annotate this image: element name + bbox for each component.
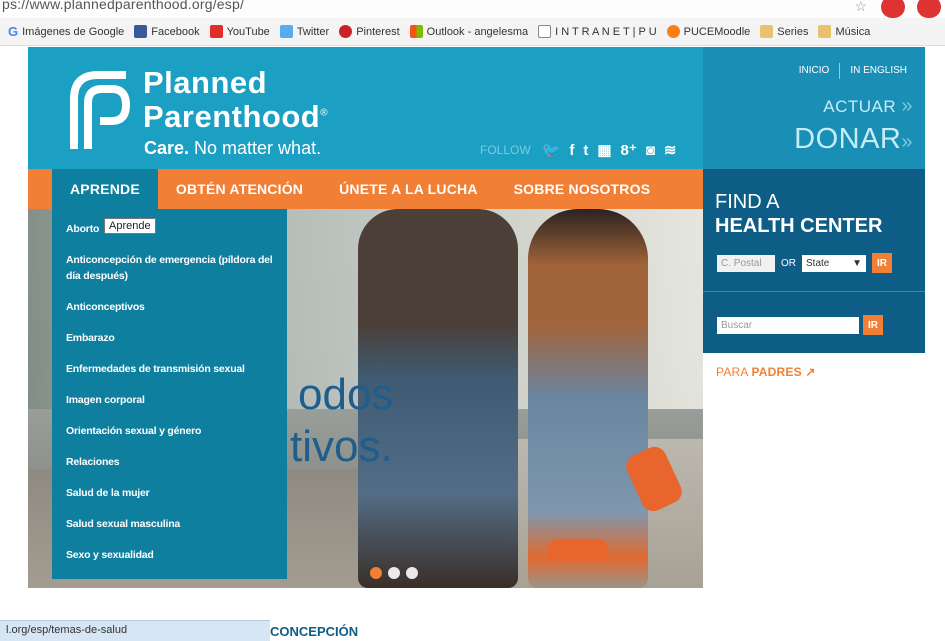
bookmark-twitter[interactable]: Twitter bbox=[279, 25, 329, 38]
menu-item-relaciones[interactable]: Relaciones bbox=[52, 454, 287, 470]
menu-item-sexo-sexualidad[interactable]: Sexo y sexualidad bbox=[52, 547, 287, 563]
top-utility-nav: INICIO IN ENGLISH bbox=[799, 63, 907, 79]
bookmark-intranet[interactable]: I N T R A N E T | P U bbox=[538, 25, 657, 38]
menu-item-salud-masculina[interactable]: Salud sexual masculina bbox=[52, 516, 287, 532]
registered-mark: ® bbox=[320, 107, 329, 119]
tumblr-icon[interactable]: t bbox=[583, 142, 588, 159]
arrow-up-right-icon: ↗ bbox=[805, 365, 816, 379]
inicio-link[interactable]: INICIO bbox=[799, 65, 830, 79]
menu-item-salud-mujer[interactable]: Salud de la mujer bbox=[52, 485, 287, 501]
hero-headline: odos tivos. bbox=[290, 370, 394, 471]
find-title: FIND A bbox=[715, 191, 780, 213]
health-center-title: HEALTH CENTER bbox=[715, 215, 883, 237]
divider bbox=[839, 63, 841, 79]
extension-icon[interactable] bbox=[881, 0, 905, 18]
search-go-button[interactable]: IR bbox=[863, 315, 883, 335]
pinterest-icon bbox=[339, 25, 353, 38]
hero-shoe bbox=[548, 539, 608, 561]
bookmark-pinterest[interactable]: Pinterest bbox=[339, 25, 400, 38]
or-label: OR bbox=[781, 257, 796, 269]
bookmark-outlook[interactable]: Outlook - angelesma bbox=[409, 25, 528, 38]
carousel-dot-3[interactable] bbox=[406, 567, 418, 579]
para-padres-link[interactable]: PARA PADRES ↗ bbox=[716, 365, 816, 379]
menu-item-anticonceptivos[interactable]: Anticonceptivos bbox=[52, 299, 287, 315]
actuar-link[interactable]: ACTUAR » bbox=[823, 95, 913, 118]
facebook-icon[interactable]: f bbox=[569, 142, 574, 159]
find-health-center: FIND A HEALTH CENTER C. Postal OR State ▼… bbox=[703, 169, 925, 353]
carousel-dots bbox=[370, 567, 418, 579]
bookmark-star-icon[interactable]: ☆ bbox=[854, 0, 867, 15]
address-bar[interactable]: ps://www.plannedparenthood.org/esp/ ☆ bbox=[0, 0, 945, 18]
location-search-row: C. Postal OR State ▼ IR bbox=[717, 253, 892, 273]
planned-parenthood-logo-icon[interactable] bbox=[68, 69, 132, 151]
nav-sobre-nosotros[interactable]: SOBRE NOSOTROS bbox=[496, 169, 669, 209]
bookmarks-bar: G Imágenes de Google Facebook YouTube Twi… bbox=[0, 18, 945, 46]
nav-obten-atencion[interactable]: OBTÉN ATENCIÓN bbox=[158, 169, 321, 209]
youtube-icon[interactable]: ▦ bbox=[597, 141, 611, 159]
tooltip: Aprende bbox=[104, 218, 156, 234]
chevron-right-icon: » bbox=[901, 131, 913, 153]
bookmark-facebook[interactable]: Facebook bbox=[134, 25, 200, 38]
search-input[interactable]: Buscar bbox=[717, 316, 859, 334]
google-icon: G bbox=[8, 24, 19, 39]
googleplus-icon[interactable]: 8⁺ bbox=[621, 141, 637, 159]
moodle-icon bbox=[666, 25, 680, 38]
extension-icon-2[interactable] bbox=[917, 0, 941, 18]
brand-name-line1[interactable]: Planned bbox=[143, 65, 267, 101]
english-link[interactable]: IN ENGLISH bbox=[850, 65, 907, 79]
menu-item-anticoncepcion-emergencia[interactable]: Anticoncepción de emergencia (píldora de… bbox=[52, 252, 287, 284]
menu-item-orientacion-sexual[interactable]: Orientación sexual y género bbox=[52, 423, 287, 439]
action-panel: INICIO IN ENGLISH ACTUAR » DONAR» bbox=[703, 47, 925, 169]
facebook-icon bbox=[134, 25, 148, 38]
carousel-dot-1[interactable] bbox=[370, 567, 382, 579]
tagline: Care. No matter what. bbox=[144, 138, 322, 158]
carousel-dot-2[interactable] bbox=[388, 567, 400, 579]
dropdown-arrow-icon: ▼ bbox=[852, 257, 862, 269]
bookmark-musica[interactable]: Música bbox=[818, 25, 870, 38]
menu-item-aborto[interactable]: Aborto bbox=[52, 221, 287, 237]
hero-person-woman bbox=[528, 209, 648, 588]
menu-item-embarazo[interactable]: Embarazo bbox=[52, 330, 287, 346]
aprende-dropdown-menu: Aborto Anticoncepción de emergencia (píl… bbox=[52, 209, 287, 579]
brand-name-line2[interactable]: Parenthood® bbox=[143, 99, 328, 135]
bookmark-moodle[interactable]: PUCEMoodle bbox=[666, 25, 750, 38]
twitter-icon[interactable]: 🐦 bbox=[542, 141, 561, 159]
status-bar-url: l.org/esp/temas-de-salud bbox=[0, 620, 270, 641]
bookmark-google[interactable]: G Imágenes de Google bbox=[8, 24, 124, 39]
folder-icon bbox=[818, 25, 832, 38]
site-header: Planned Parenthood® Care. No matter what… bbox=[28, 47, 703, 169]
state-select[interactable]: State ▼ bbox=[802, 254, 866, 272]
postal-code-input[interactable]: C. Postal bbox=[717, 254, 775, 272]
folder-icon bbox=[760, 25, 774, 38]
donar-link[interactable]: DONAR» bbox=[794, 123, 913, 156]
divider bbox=[703, 291, 925, 292]
section-heading: CONCEPCIÓN bbox=[270, 624, 359, 639]
social-follow: FOLLOW 🐦 f t ▦ 8⁺ ◙ ≋ bbox=[480, 141, 677, 160]
nav-unete-a-la-lucha[interactable]: ÚNETE A LA LUCHA bbox=[321, 169, 496, 209]
page: Planned Parenthood® Care. No matter what… bbox=[28, 47, 925, 641]
rss-icon[interactable]: ≋ bbox=[664, 141, 677, 159]
nav-aprende[interactable]: APRENDE bbox=[52, 169, 158, 209]
site-search-row: Buscar IR bbox=[717, 315, 883, 335]
twitter-icon bbox=[279, 25, 293, 38]
menu-item-imagen-corporal[interactable]: Imagen corporal bbox=[52, 392, 287, 408]
page-icon bbox=[538, 25, 552, 38]
main-nav: APRENDE OBTÉN ATENCIÓN ÚNETE A LA LUCHA … bbox=[28, 169, 703, 209]
outlook-icon bbox=[409, 25, 423, 38]
youtube-icon bbox=[209, 25, 223, 38]
follow-label: FOLLOW bbox=[480, 143, 531, 157]
menu-item-ets[interactable]: Enfermedades de transmisión sexual bbox=[52, 361, 287, 377]
find-go-button[interactable]: IR bbox=[872, 253, 892, 273]
bookmark-series[interactable]: Series bbox=[760, 25, 808, 38]
url-text[interactable]: ps://www.plannedparenthood.org/esp/ bbox=[2, 0, 244, 12]
bookmark-youtube[interactable]: YouTube bbox=[209, 25, 270, 38]
instagram-icon[interactable]: ◙ bbox=[646, 142, 655, 159]
chevron-right-icon: » bbox=[901, 95, 913, 117]
